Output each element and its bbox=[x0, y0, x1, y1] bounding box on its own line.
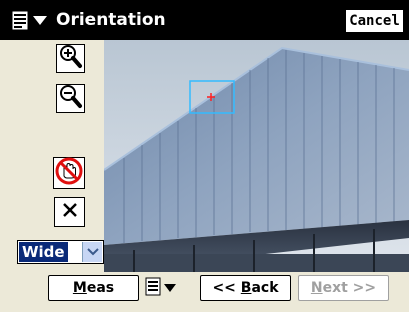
zoom-select-value: Wide bbox=[19, 242, 68, 262]
document-menu-icon bbox=[145, 277, 161, 300]
zoom-out-button[interactable] bbox=[56, 84, 85, 113]
page-title: Orientation bbox=[56, 10, 166, 30]
document-menu-icon bbox=[11, 10, 29, 31]
next-button[interactable]: Next >> bbox=[298, 275, 389, 301]
chevron-down-icon bbox=[33, 16, 47, 25]
meas-menu-button[interactable] bbox=[140, 275, 180, 301]
cancel-button[interactable]: Cancel bbox=[345, 9, 404, 33]
back-button[interactable]: << Back bbox=[200, 275, 291, 301]
hand-pan-icon bbox=[54, 156, 84, 190]
zoom-in-icon bbox=[57, 43, 84, 74]
orientation-window: Orientation Cancel Wide Meas << Back Nex… bbox=[0, 0, 409, 312]
pan-button[interactable] bbox=[53, 157, 85, 189]
close-icon bbox=[61, 201, 79, 223]
zoom-select[interactable]: Wide bbox=[17, 240, 104, 264]
clear-button[interactable] bbox=[54, 197, 85, 227]
meas-button[interactable]: Meas bbox=[48, 275, 139, 301]
chevron-down-icon bbox=[82, 242, 102, 262]
title-bar: Orientation Cancel bbox=[0, 0, 409, 40]
zoom-in-button[interactable] bbox=[56, 44, 85, 73]
chevron-down-icon bbox=[163, 284, 176, 292]
photo-view[interactable] bbox=[104, 40, 409, 272]
zoom-out-icon bbox=[57, 83, 84, 114]
window-menu-button[interactable] bbox=[4, 8, 54, 33]
